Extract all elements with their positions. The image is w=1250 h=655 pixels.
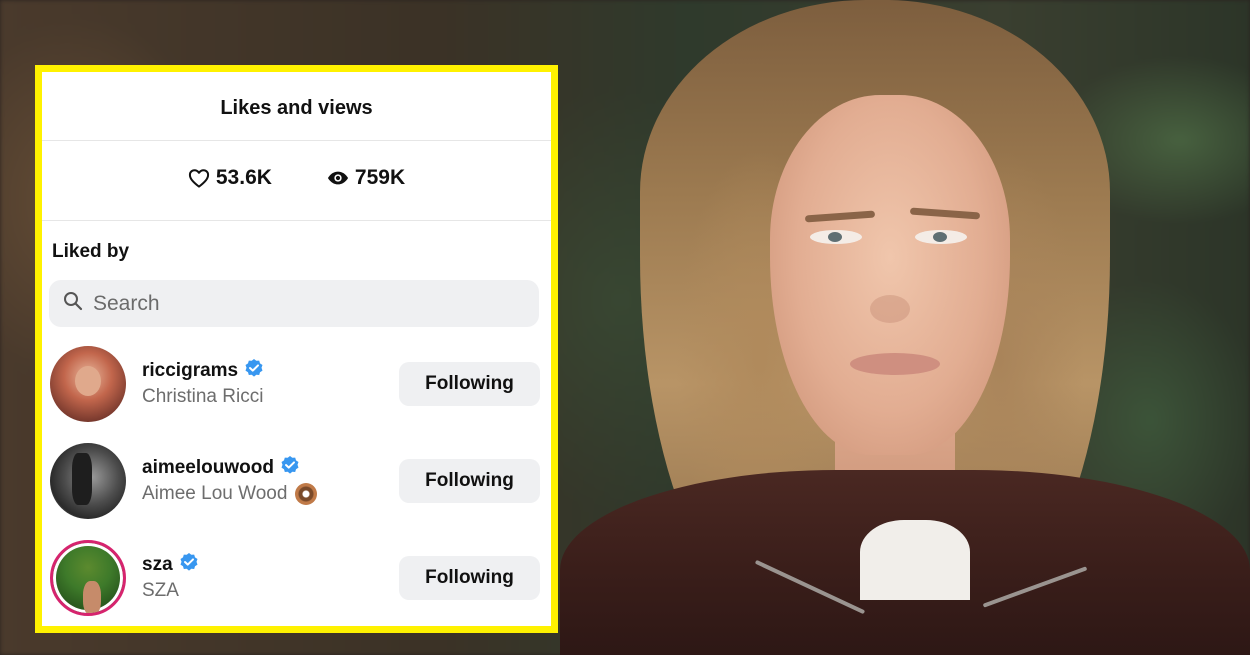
- likes-panel: Likes and views 53.6K 759K Liked by ricc…: [35, 65, 558, 633]
- avatar[interactable]: [50, 540, 126, 616]
- full-name-text: SZA: [142, 580, 179, 601]
- eye-icon: [327, 170, 349, 186]
- verified-badge-icon: [244, 358, 264, 383]
- avatar[interactable]: [50, 443, 126, 519]
- search-bar[interactable]: [49, 280, 539, 327]
- stats-bar: 53.6K 759K: [42, 166, 551, 190]
- full-name-text: Christina Ricci: [142, 386, 264, 407]
- list-item[interactable]: sza SZA Following: [50, 540, 540, 620]
- list-item[interactable]: aimeelouwood Aimee Lou Wood Following: [50, 443, 540, 523]
- username[interactable]: sza: [142, 554, 173, 576]
- username-line: aimeelouwood: [142, 455, 300, 480]
- likes-stat: 53.6K: [188, 166, 272, 190]
- following-button[interactable]: Following: [399, 459, 540, 503]
- following-button[interactable]: Following: [399, 362, 540, 406]
- full-name-text: Aimee Lou Wood: [142, 483, 288, 504]
- nose: [870, 295, 910, 323]
- panel-title: Likes and views: [220, 97, 373, 119]
- left-brow: [804, 210, 876, 223]
- full-name: SZA: [142, 580, 179, 602]
- verified-badge-icon: [179, 552, 199, 577]
- divider: [42, 220, 551, 221]
- face: [770, 95, 1010, 455]
- username-line: riccigrams: [142, 358, 264, 383]
- lips: [850, 353, 940, 375]
- avatar-figure: [83, 581, 101, 613]
- divider: [42, 140, 551, 141]
- username-line: sza: [142, 552, 199, 577]
- full-name: Christina Ricci: [142, 386, 263, 408]
- zipper: [754, 559, 866, 615]
- full-name: Aimee Lou Wood: [142, 483, 318, 505]
- white-shirt: [860, 520, 970, 600]
- likes-count: 53.6K: [215, 166, 272, 189]
- search-input[interactable]: [93, 291, 513, 316]
- right-eye: [915, 230, 967, 244]
- portrait-photo: [560, 0, 1250, 655]
- left-eye: [810, 230, 862, 244]
- liked-by-heading: Liked by: [52, 241, 130, 262]
- views-count: 759K: [354, 166, 406, 189]
- zipper: [982, 566, 1088, 608]
- username[interactable]: aimeelouwood: [142, 457, 274, 479]
- list-item[interactable]: riccigrams Christina Ricci Following: [50, 346, 540, 426]
- avatar[interactable]: [50, 346, 126, 422]
- views-stat: 759K: [327, 166, 405, 190]
- doughnut-emoji-icon: [295, 483, 318, 505]
- verified-badge-icon: [280, 455, 300, 480]
- search-icon: [63, 291, 83, 316]
- following-button[interactable]: Following: [399, 556, 540, 600]
- username[interactable]: riccigrams: [142, 360, 238, 382]
- heart-icon: [188, 168, 210, 188]
- right-brow: [909, 207, 981, 220]
